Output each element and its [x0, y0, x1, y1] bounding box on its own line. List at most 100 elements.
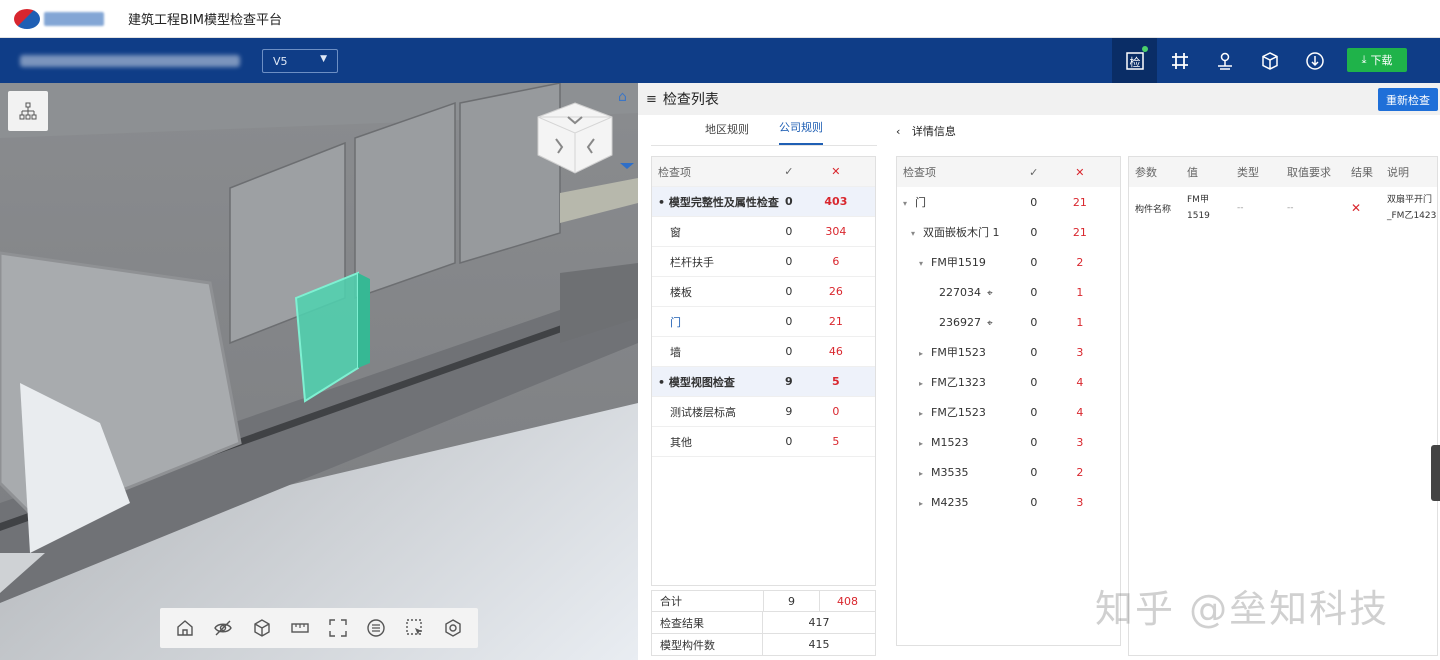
tree-row[interactable]: 227034 ⌖ 0 1 [897, 277, 1120, 307]
table-row[interactable]: 窗 0 304 [652, 217, 875, 247]
panel-title: 检查列表 [662, 92, 719, 108]
download-label: 下载 [1370, 54, 1393, 67]
table-row[interactable]: • 模型完整性及属性检查 0 403 [652, 187, 875, 217]
menu-icon[interactable]: ≡ [646, 92, 657, 107]
model-tree-button[interactable] [8, 91, 48, 131]
header-pass: ✓ [1029, 165, 1039, 179]
home-button[interactable] [172, 615, 198, 641]
settings-button[interactable] [440, 615, 466, 641]
cube-tag-tool-button[interactable] [1247, 38, 1292, 83]
table-header: 检查项 ✓ ✕ [652, 157, 875, 187]
table-row[interactable]: 其他 0 5 [652, 427, 875, 457]
row-fail-count: 46 [828, 345, 843, 358]
param-value-line1: FM甲 [1187, 195, 1209, 205]
row-fail-count: 26 [828, 285, 843, 298]
summary-total-pass: 9 [764, 591, 820, 611]
row-fail-count: 6 [832, 255, 840, 268]
home-icon [177, 620, 193, 636]
download-button[interactable]: ⤓ 下载 [1347, 48, 1407, 72]
cube-icon [253, 619, 270, 637]
tree-row[interactable]: ▸ M1523 0 3 [897, 427, 1120, 457]
grid-tool-button[interactable] [1157, 38, 1202, 83]
table-row[interactable]: 门 0 21 [652, 307, 875, 337]
side-scroll-handle[interactable] [1431, 445, 1440, 501]
list-button[interactable] [363, 615, 389, 641]
param-value-line2: 1519 [1187, 211, 1210, 221]
tree-row[interactable]: ▸ FM乙1323 0 4 [897, 367, 1120, 397]
summary-count-value: 415 [808, 638, 830, 651]
tree-row[interactable]: ▸ FM甲1523 0 3 [897, 337, 1120, 367]
tree-item: ▸ FM乙1523 [897, 404, 1028, 420]
expand-arrow-icon[interactable]: ▸ [919, 379, 925, 388]
tab-region-rules[interactable]: 地区规则 [705, 121, 749, 145]
tree-pass-count: 0 [1030, 195, 1038, 209]
tree-pass-count: 0 [1030, 465, 1038, 479]
tree-row[interactable]: ▸ M3535 0 2 [897, 457, 1120, 487]
table-row[interactable]: 构件名称 FM甲 1519 -- -- ✕ 双扇平开门 _FM乙1423 [1129, 187, 1437, 229]
locate-crosshair-icon[interactable]: ⌖ [987, 318, 993, 329]
svg-text:检: 检 [1129, 55, 1140, 69]
summary-result-row: 检查结果 417 [651, 612, 876, 634]
table-row[interactable]: 墙 0 46 [652, 337, 875, 367]
fullscreen-button[interactable] [325, 615, 351, 641]
expand-arrow-icon[interactable]: ▸ [919, 499, 925, 508]
version-value: V5 [273, 55, 288, 68]
project-name-blurred[interactable] [20, 54, 240, 67]
table-row[interactable]: 测试楼层标高 9 0 [652, 397, 875, 427]
table-row[interactable]: • 模型视图检查 9 5 [652, 367, 875, 397]
tree-item: 227034 ⌖ [897, 286, 1028, 299]
tree-row[interactable]: ▾ 门 0 21 [897, 187, 1120, 217]
expand-arrow-icon[interactable]: ▾ [903, 199, 909, 208]
tree-row[interactable]: ▾ FM甲1519 0 2 [897, 247, 1120, 277]
tree-row[interactable]: ▸ M4235 0 3 [897, 487, 1120, 517]
table-row[interactable]: 楼板 0 26 [652, 277, 875, 307]
tree-item-name: 236927 [939, 315, 981, 329]
detail-tree-table: 检查项 ✓ ✕ ▾ 门 0 21 ▾ 双面嵌板木门 1 0 21 ▾ FM甲1519 0 2 22703… [896, 156, 1121, 646]
locate-crosshair-icon[interactable]: ⌖ [987, 288, 993, 299]
tree-fail-count: 1 [1076, 285, 1084, 299]
check-summary: 合计 9 408 检查结果 417 模型构件数 415 [651, 590, 876, 656]
expand-arrow-icon[interactable]: ▾ [911, 229, 917, 238]
tree-row[interactable]: ▾ 双面嵌板木门 1 0 21 [897, 217, 1120, 247]
expand-arrow-icon[interactable]: ▸ [919, 439, 925, 448]
expand-arrow-icon[interactable]: ▸ [919, 349, 925, 358]
row-item-name: 测试楼层标高 [670, 405, 736, 419]
table-row[interactable]: 栏杆扶手 0 6 [652, 247, 875, 277]
row-fail-count: 21 [828, 315, 843, 328]
tree-row[interactable]: ▸ FM乙1523 0 4 [897, 397, 1120, 427]
tree-item: ▾ 双面嵌板木门 1 [897, 224, 1028, 240]
param-type: -- [1237, 203, 1244, 213]
anchor-icon [1305, 51, 1324, 70]
model-3d-viewport[interactable]: ⌂ [0, 83, 638, 660]
tool-icon-group: 检 [1112, 38, 1337, 83]
version-select[interactable]: V5 ▼ [262, 49, 338, 73]
summary-total-row: 合计 9 408 [651, 590, 876, 612]
top-header: 建筑工程BIM模型检查平台 [0, 0, 1440, 38]
tree-fail-count: 4 [1076, 375, 1084, 389]
row-pass-count: 0 [785, 315, 793, 328]
tree-pass-count: 0 [1030, 405, 1038, 419]
tree-row[interactable]: 236927 ⌖ 0 1 [897, 307, 1120, 337]
expand-arrow-icon[interactable]: ▸ [919, 409, 925, 418]
header-result: 结果 [1351, 166, 1373, 179]
tree-fail-count: 2 [1076, 255, 1084, 269]
expand-arrow-icon[interactable]: ▸ [919, 469, 925, 478]
row-item-name: 其他 [670, 435, 692, 449]
expand-arrow-icon[interactable]: ▾ [919, 259, 925, 268]
check-tool-button[interactable]: 检 [1112, 38, 1157, 83]
detail-back-link[interactable]: ‹ 详情信息 [896, 123, 956, 139]
recheck-button[interactable]: 重新检查 [1378, 88, 1438, 111]
measure-button[interactable] [287, 615, 313, 641]
eye-off-icon [214, 620, 233, 636]
tree-item-name: M1523 [931, 435, 969, 449]
home-view-icon[interactable]: ⌂ [618, 89, 634, 105]
map-pin-tool-button[interactable] [1202, 38, 1247, 83]
anchor-tool-button[interactable] [1292, 38, 1337, 83]
section-box-button[interactable] [249, 615, 275, 641]
tree-item-name: FM甲1523 [931, 346, 986, 359]
box-select-button[interactable] [402, 615, 428, 641]
header-type: 类型 [1237, 166, 1259, 179]
param-note: 双扇平开门 _FM乙1423 [1381, 192, 1437, 224]
tab-company-rules[interactable]: 公司规则 [779, 119, 823, 145]
hide-button[interactable] [210, 615, 236, 641]
